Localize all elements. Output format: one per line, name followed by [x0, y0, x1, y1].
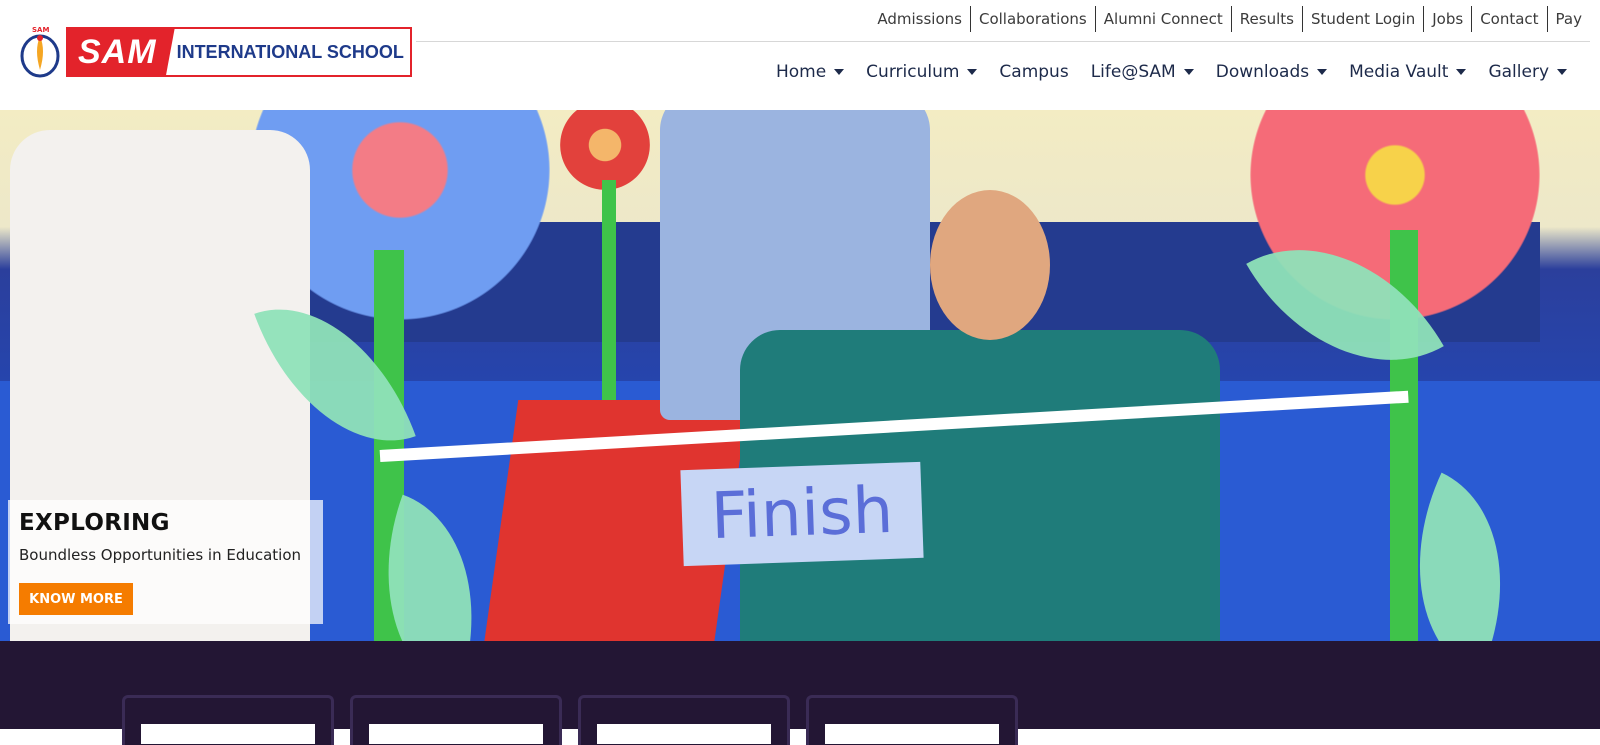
nav-item-curriculum[interactable]: Curriculum: [855, 62, 988, 82]
feature-card-image: [825, 724, 999, 744]
feature-card[interactable]: [806, 695, 1018, 745]
nav-item-label: Gallery: [1488, 62, 1549, 82]
feature-card-image: [597, 724, 771, 744]
site-header: SAM SAM INTERNATIONAL SCHOOL Admissions …: [0, 0, 1600, 110]
nav-item-label: Life@SAM: [1090, 62, 1176, 82]
utility-link-collaborations[interactable]: Collaborations: [969, 6, 1095, 32]
utility-link-pay[interactable]: Pay: [1546, 6, 1590, 32]
nav-item-downloads[interactable]: Downloads: [1205, 62, 1338, 82]
feature-card-image: [369, 724, 543, 744]
nav-item-label: Downloads: [1215, 62, 1310, 82]
utility-link-student-login[interactable]: Student Login: [1301, 6, 1423, 32]
hero-caption: EXPLORING Boundless Opportunities in Edu…: [8, 500, 323, 624]
hero-caption-subtitle: Boundless Opportunities in Education: [19, 546, 302, 564]
nav-item-label: Media Vault: [1349, 62, 1449, 82]
utility-link-admissions[interactable]: Admissions: [869, 6, 970, 32]
caret-down-icon: [1183, 69, 1194, 75]
torch-emblem-icon: SAM: [20, 26, 60, 78]
header-divider: [416, 41, 1590, 42]
face-image: [930, 190, 1050, 340]
hero-caption-title: EXPLORING: [19, 510, 170, 536]
nav-item-campus[interactable]: Campus: [988, 62, 1079, 82]
caret-down-icon: [834, 69, 845, 75]
know-more-button[interactable]: KNOW MORE: [19, 583, 133, 615]
finish-sign-text: Finish: [709, 473, 895, 555]
nav-item-media-vault[interactable]: Media Vault: [1338, 62, 1477, 82]
utility-nav: Admissions Collaborations Alumni Connect…: [869, 6, 1590, 32]
caret-down-icon: [1557, 69, 1567, 75]
nav-item-label: Campus: [999, 62, 1069, 82]
nav-item-home[interactable]: Home: [765, 62, 855, 82]
utility-link-alumni-connect[interactable]: Alumni Connect: [1094, 6, 1231, 32]
nav-item-gallery[interactable]: Gallery: [1477, 62, 1578, 82]
feature-card-image: [141, 724, 315, 744]
utility-link-contact[interactable]: Contact: [1471, 6, 1546, 32]
nav-item-label: Home: [775, 62, 827, 82]
caret-down-icon: [967, 69, 978, 75]
utility-link-jobs[interactable]: Jobs: [1423, 6, 1471, 32]
flower-stem-image: [602, 180, 616, 400]
logo-school-text: INTERNATIONAL SCHOOL: [176, 41, 404, 62]
feature-card[interactable]: [350, 695, 562, 745]
utility-link-results[interactable]: Results: [1230, 6, 1302, 32]
nav-item-life-at-sam[interactable]: Life@SAM: [1080, 62, 1205, 82]
feature-card[interactable]: [122, 695, 334, 745]
paper-flower-red-image: [560, 110, 650, 190]
feature-section: [0, 641, 1600, 745]
nav-item-label: Curriculum: [866, 62, 960, 82]
main-nav: Home Curriculum Campus Life@SAM Download…: [765, 62, 1578, 82]
logo-sam-text: SAM: [68, 29, 175, 75]
school-logo[interactable]: SAM SAM INTERNATIONAL SCHOOL: [18, 24, 412, 80]
feature-card[interactable]: [578, 695, 790, 745]
caret-down-icon: [1317, 69, 1328, 75]
svg-text:SAM: SAM: [32, 26, 49, 34]
caret-down-icon: [1456, 69, 1467, 75]
finish-sign: Finish: [680, 461, 924, 567]
logo-wordmark: SAM INTERNATIONAL SCHOOL: [66, 27, 412, 77]
